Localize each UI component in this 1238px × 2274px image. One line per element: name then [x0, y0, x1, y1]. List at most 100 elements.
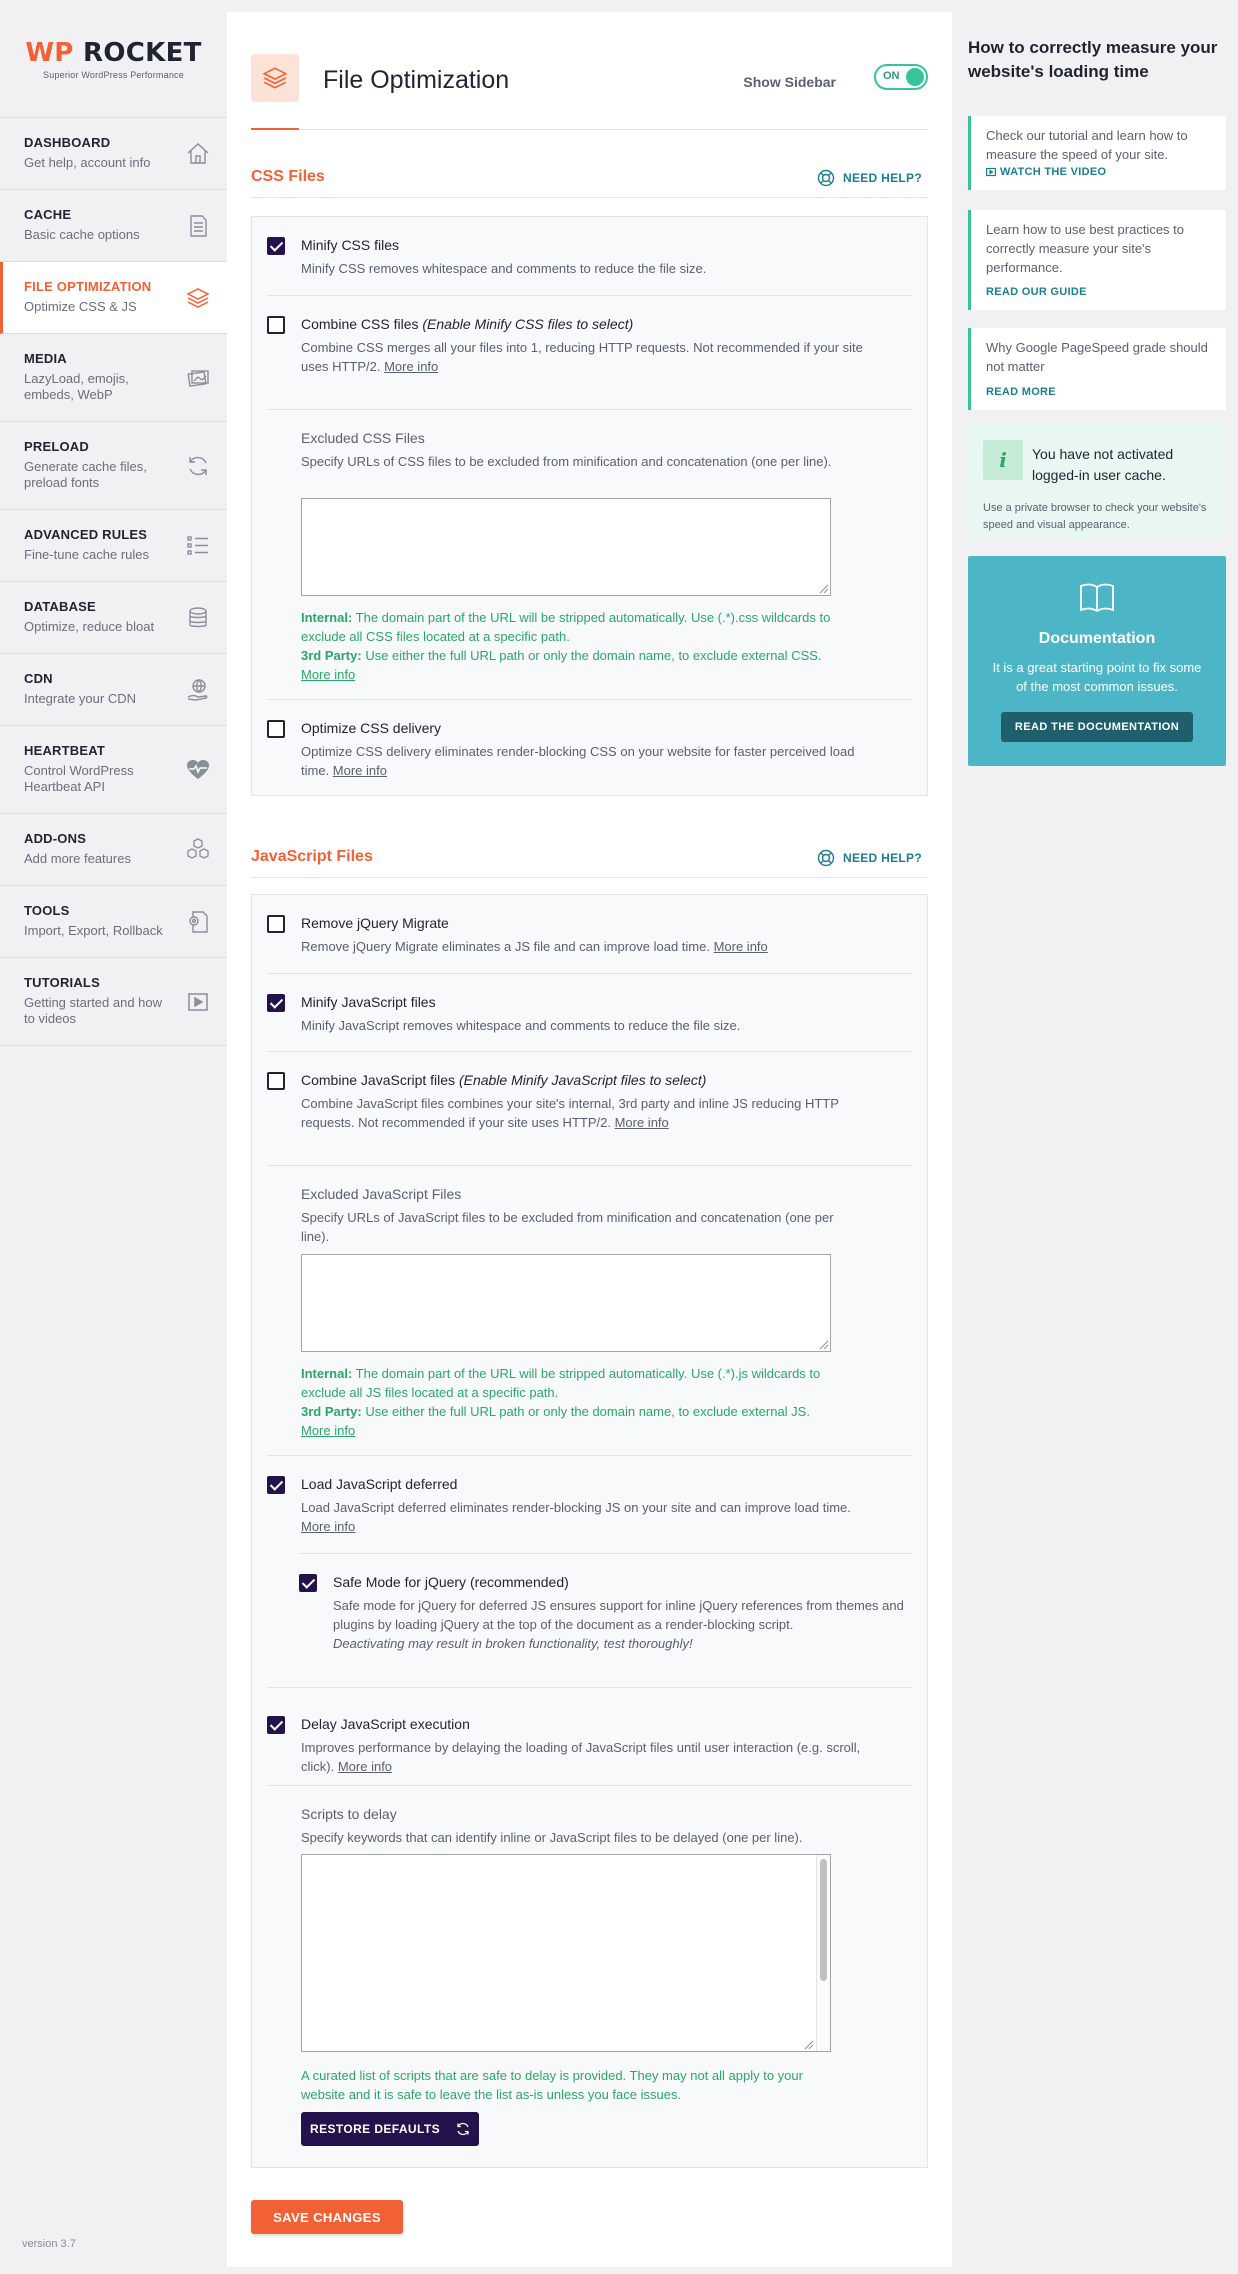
lifebuoy-icon — [817, 849, 835, 867]
gear-document-icon — [185, 909, 211, 935]
excluded-css-textarea[interactable] — [301, 498, 831, 596]
resize-handle-icon — [819, 1340, 829, 1350]
combine-js-checkbox[interactable] — [267, 1072, 285, 1090]
refresh-icon — [185, 453, 211, 479]
sidebar-item-heartbeat[interactable]: HEARTBEAT Control WordPress Heartbeat AP… — [0, 726, 227, 814]
tip-card-pagespeed: Why Google PageSpeed grade should not ma… — [968, 328, 1226, 410]
header-underline — [251, 128, 299, 130]
js-need-help-link[interactable]: NEED HELP? — [817, 849, 922, 867]
watch-video-link[interactable]: WATCH THE VIDEO — [986, 166, 1106, 178]
list-icon — [185, 533, 211, 559]
css-need-help-link[interactable]: NEED HELP? — [817, 169, 922, 187]
cubes-icon — [185, 837, 211, 863]
layers-icon — [251, 54, 299, 102]
css-section-header: CSS Files NEED HELP? — [251, 158, 928, 198]
play-icon — [185, 989, 211, 1015]
minify-js-checkbox[interactable] — [267, 994, 285, 1012]
tip-card-guide: Learn how to use best practices to corre… — [968, 210, 1226, 310]
deferred-more-info-link[interactable]: More info — [301, 1519, 355, 1534]
book-icon — [1080, 583, 1114, 613]
excluded-js-textarea[interactable] — [301, 1254, 831, 1352]
tip-card-video: Check our tutorial and learn how to meas… — [968, 116, 1226, 190]
combine-css-checkbox[interactable] — [267, 316, 285, 334]
sidebar-item-cdn[interactable]: CDN Integrate your CDN — [0, 654, 227, 726]
combine-css-field: Combine CSS files (Enable Minify CSS fil… — [267, 295, 912, 409]
show-sidebar-toggle[interactable]: ON — [874, 64, 928, 90]
combine-js-more-info-link[interactable]: More info — [615, 1115, 669, 1130]
logo-tagline: Superior WordPress Performance — [43, 69, 184, 80]
combine-css-more-info-link[interactable]: More info — [384, 359, 438, 374]
optimize-css-delivery-checkbox[interactable] — [267, 720, 285, 738]
logged-in-cache-notice: i You have not activated logged-in user … — [968, 424, 1226, 540]
refresh-icon — [457, 2122, 469, 2136]
combine-js-field: Combine JavaScript files (Enable Minify … — [267, 1051, 912, 1165]
video-icon — [986, 167, 996, 177]
excluded-css-field: Excluded CSS Files Specify URLs of CSS f… — [267, 409, 912, 699]
heartbeat-icon — [185, 757, 211, 783]
toggle-knob — [906, 68, 924, 86]
sidebar-item-tools[interactable]: TOOLS Import, Export, Rollback — [0, 886, 227, 958]
js-section-title: JavaScript Files — [251, 848, 373, 865]
sidebar-item-advanced-rules[interactable]: ADVANCED RULES Fine-tune cache rules — [0, 510, 227, 582]
delay-js-more-info-link[interactable]: More info — [338, 1759, 392, 1774]
info-icon: i — [983, 440, 1023, 480]
sidebar-item-preload[interactable]: PRELOAD Generate cache files, preload fo… — [0, 422, 227, 510]
minify-css-field: Minify CSS files Minify CSS removes whit… — [267, 217, 912, 295]
save-changes-button[interactable]: SAVE CHANGES — [251, 2200, 403, 2234]
remove-jquery-migrate-field: Remove jQuery Migrate Remove jQuery Migr… — [267, 895, 912, 973]
sidebar-nav: WP ROCKET Superior WordPress Performance… — [0, 0, 227, 2274]
css-section-title: CSS Files — [251, 168, 325, 185]
load-js-deferred-field: Load JavaScript deferred Load JavaScript… — [267, 1455, 912, 1553]
sidebar-item-tutorials[interactable]: TUTORIALS Getting started and how to vid… — [0, 958, 227, 1046]
house-icon — [185, 141, 211, 167]
show-sidebar-label: Show Sidebar — [743, 74, 836, 90]
read-more-link[interactable]: READ MORE — [986, 386, 1056, 398]
excluded-css-more-info-link[interactable]: More info — [301, 667, 355, 682]
excluded-js-field: Excluded JavaScript Files Specify URLs o… — [267, 1165, 912, 1455]
resize-handle-icon — [804, 2040, 814, 2050]
delay-js-checkbox[interactable] — [267, 1716, 285, 1734]
logo-wordmark: WP ROCKET — [25, 37, 202, 68]
scripts-to-delay-field: Scripts to delay Specify keywords that c… — [267, 1785, 912, 2167]
safe-mode-jquery-checkbox[interactable] — [299, 1574, 317, 1592]
remove-jquery-migrate-checkbox[interactable] — [267, 915, 285, 933]
read-guide-link[interactable]: READ OUR GUIDE — [986, 286, 1087, 298]
css-options-panel: Minify CSS files Minify CSS removes whit… — [251, 216, 928, 796]
load-js-deferred-checkbox[interactable] — [267, 1476, 285, 1494]
optimize-css-more-info-link[interactable]: More info — [333, 763, 387, 778]
layers-icon — [185, 285, 211, 311]
document-icon — [185, 213, 211, 239]
database-icon — [185, 605, 211, 631]
read-documentation-button[interactable]: READ THE DOCUMENTATION — [1001, 712, 1193, 742]
sidebar-item-database[interactable]: DATABASE Optimize, reduce bloat — [0, 582, 227, 654]
minify-js-field: Minify JavaScript files Minify JavaScrip… — [267, 973, 912, 1051]
main-content: File Optimization Show Sidebar ON CSS Fi… — [227, 12, 952, 2267]
sidebar-item-add-ons[interactable]: ADD-ONS Add more features — [0, 814, 227, 886]
version-label: version 3.7 — [22, 2238, 76, 2250]
safe-mode-jquery-field: Safe Mode for jQuery (recommended) Safe … — [299, 1553, 912, 1687]
logo[interactable]: WP ROCKET Superior WordPress Performance — [0, 0, 227, 118]
page-header: File Optimization Show Sidebar ON — [251, 42, 928, 130]
optimize-css-delivery-field: Optimize CSS delivery Optimize CSS deliv… — [267, 699, 912, 795]
js-section-header: JavaScript Files NEED HELP? — [251, 838, 928, 878]
restore-defaults-button[interactable]: RESTORE DEFAULTS — [301, 2112, 479, 2146]
js-options-panel: Remove jQuery Migrate Remove jQuery Migr… — [251, 894, 928, 2168]
aside-title: How to correctly measure your website's … — [968, 38, 1218, 81]
documentation-card: Documentation It is a great starting poi… — [968, 556, 1226, 766]
globe-hand-icon — [185, 677, 211, 703]
help-sidebar: How to correctly measure your website's … — [968, 36, 1226, 766]
resize-handle-icon — [819, 584, 829, 594]
delay-js-field: Delay JavaScript execution Improves perf… — [267, 1687, 912, 1785]
lifebuoy-icon — [817, 169, 835, 187]
sidebar-item-file-optimization[interactable]: FILE OPTIMIZATION Optimize CSS & JS — [0, 262, 227, 334]
sidebar-item-dashboard[interactable]: DASHBOARD Get help, account info — [0, 118, 227, 190]
sidebar-item-media[interactable]: MEDIA LazyLoad, emojis, embeds, WebP — [0, 334, 227, 422]
sidebar-item-cache[interactable]: CACHE Basic cache options — [0, 190, 227, 262]
excluded-js-more-info-link[interactable]: More info — [301, 1423, 355, 1438]
page-title: File Optimization — [323, 66, 510, 94]
textarea-scrollbar[interactable] — [816, 1855, 830, 2051]
minify-css-checkbox[interactable] — [267, 237, 285, 255]
scripts-to-delay-textarea[interactable] — [301, 1854, 831, 2052]
images-icon — [185, 365, 211, 391]
jquery-migrate-more-info-link[interactable]: More info — [714, 939, 768, 954]
